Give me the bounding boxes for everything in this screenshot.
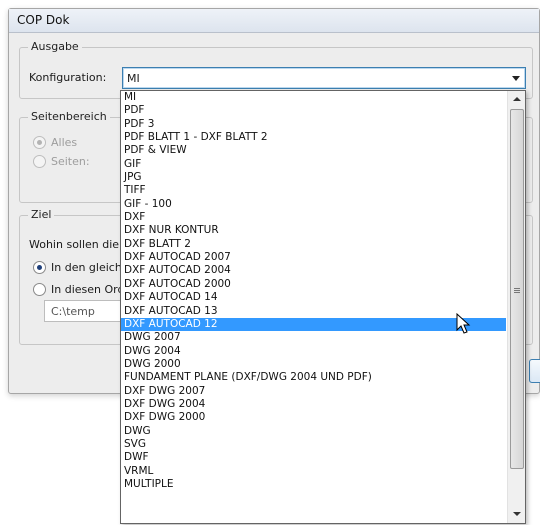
target-path-value: C:\temp xyxy=(51,305,95,318)
konfiguration-dropdown-list: MI PDF PDF 3 PDF BLATT 1 - DXF BLATT 2 PDF &… xyxy=(120,90,526,524)
dropdown-option[interactable]: GIF xyxy=(121,158,506,171)
dropdown-option[interactable]: DXF AUTOCAD 2007 xyxy=(121,251,506,264)
dropdown-option[interactable]: VRML xyxy=(121,465,506,478)
grip-icon xyxy=(514,288,520,293)
gleiche-ordner-radio[interactable] xyxy=(33,261,46,274)
dropdown-option[interactable]: MULTIPLE xyxy=(121,478,506,491)
dropdown-option[interactable]: PDF xyxy=(121,104,506,117)
scrollbar-thumb[interactable] xyxy=(510,109,524,469)
seitenbereich-legend: Seitenbereich xyxy=(28,110,110,123)
mouse-cursor-icon xyxy=(456,313,471,334)
dropdown-option[interactable]: PDF BLATT 1 - DXF BLATT 2 xyxy=(121,131,506,144)
dropdown-option[interactable]: DXF DWG 2004 xyxy=(121,398,506,411)
dropdown-option[interactable]: PDF & VIEW xyxy=(121,144,506,157)
dropdown-option[interactable]: DXF AUTOCAD 12 xyxy=(121,317,506,332)
gleiche-ordner-label: In den gleiche xyxy=(51,261,129,274)
window-title: COP Dok xyxy=(17,13,70,27)
konfiguration-select[interactable]: MI xyxy=(122,67,526,89)
dropdown-option[interactable]: DWG 2004 xyxy=(121,345,506,358)
seiten-label: Seiten: xyxy=(51,155,90,168)
dropdown-option[interactable]: DXF AUTOCAD 2004 xyxy=(121,264,506,277)
alles-label: Alles xyxy=(51,136,78,149)
dropdown-option[interactable]: DXF BLATT 2 xyxy=(121,238,506,251)
dropdown-option[interactable]: FUNDAMENT PLÄNE (DXF/DWG 2004 UND PDF) xyxy=(121,371,506,384)
chevron-down-icon[interactable] xyxy=(512,76,520,81)
konfiguration-value: MI xyxy=(127,72,140,85)
dropdown-option[interactable]: DXF AUTOCAD 13 xyxy=(121,305,506,318)
seiten-radio[interactable] xyxy=(33,155,46,168)
dropdown-scrollbar[interactable] xyxy=(507,91,525,523)
dropdown-option[interactable]: PDF 3 xyxy=(121,118,506,131)
dropdown-option[interactable]: DXF DWG 2007 xyxy=(121,385,506,398)
ok-button[interactable] xyxy=(529,359,540,383)
scroll-up-arrow-icon[interactable] xyxy=(508,91,525,108)
target-path-input[interactable]: C:\temp xyxy=(44,300,124,322)
dropdown-option[interactable]: SVG xyxy=(121,438,506,451)
dropdown-option[interactable]: DXF DWG 2000 xyxy=(121,411,506,424)
ziel-question: Wohin sollen die xyxy=(29,238,120,251)
dropdown-option[interactable]: DWG xyxy=(121,425,506,438)
dropdown-option[interactable]: DXF AUTOCAD 14 xyxy=(121,291,506,304)
ausgabe-legend: Ausgabe xyxy=(28,40,82,53)
scroll-down-arrow-icon[interactable] xyxy=(508,506,525,523)
dropdown-option[interactable]: DWF xyxy=(121,451,506,464)
dropdown-option[interactable]: TIFF xyxy=(121,184,506,197)
dropdown-option[interactable]: DWG 2007 xyxy=(121,331,506,344)
alles-radio[interactable] xyxy=(33,136,46,149)
dropdown-option[interactable]: DXF xyxy=(121,211,506,224)
ziel-legend: Ziel xyxy=(28,208,55,221)
konfiguration-label: Konfiguration: xyxy=(29,71,107,84)
title-bar[interactable]: COP Dok xyxy=(9,9,539,33)
dropdown-option[interactable]: JPG xyxy=(121,171,506,184)
dropdown-options: MI PDF PDF 3 PDF BLATT 1 - DXF BLATT 2 PDF &… xyxy=(121,91,506,491)
diesen-ordner-radio[interactable] xyxy=(33,283,46,296)
dropdown-option[interactable]: DXF NUR KONTUR xyxy=(121,224,506,237)
dropdown-option[interactable]: MI xyxy=(121,91,506,104)
diesen-ordner-label: In diesen Ord xyxy=(51,283,125,296)
dropdown-option[interactable]: GIF - 100 xyxy=(121,198,506,211)
dropdown-option[interactable]: DXF AUTOCAD 2000 xyxy=(121,278,506,291)
dropdown-option[interactable]: DWG 2000 xyxy=(121,358,506,371)
